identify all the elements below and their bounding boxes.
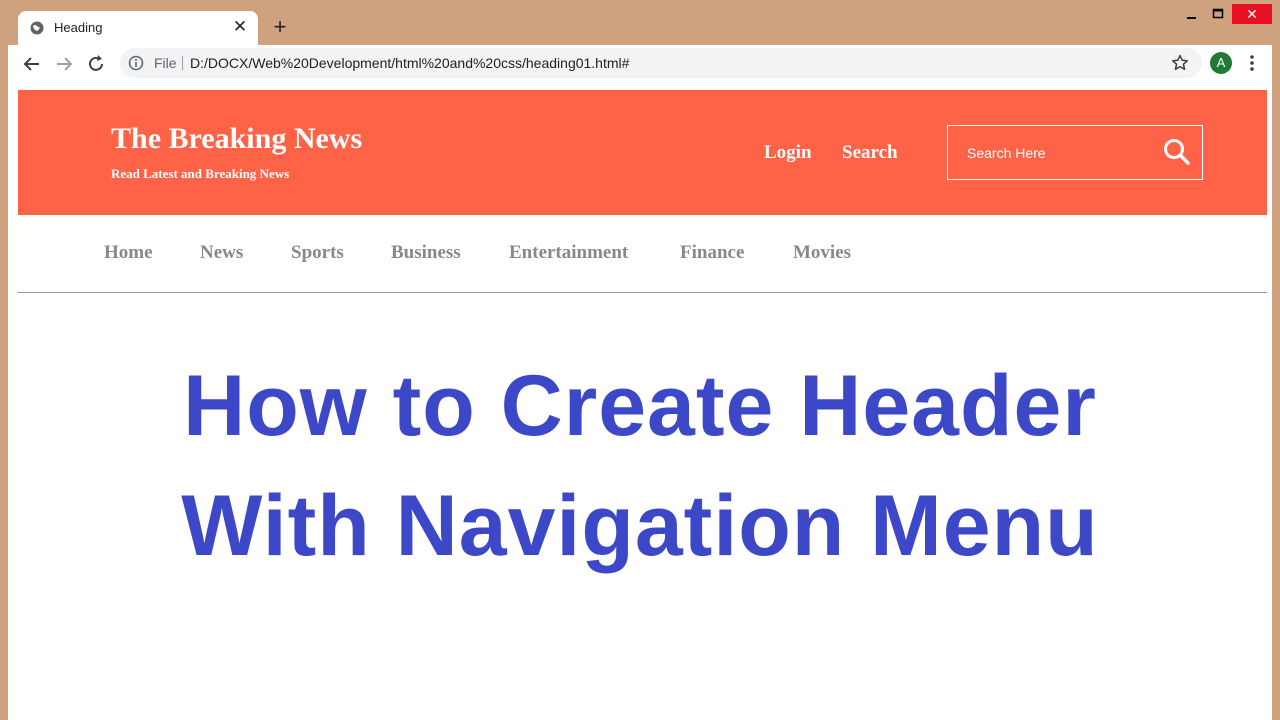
overlay-line-2: With Navigation Menu — [181, 478, 1099, 574]
browser-tab[interactable]: Heading ✕ — [18, 11, 258, 45]
reload-icon[interactable] — [84, 52, 108, 76]
bookmark-star-icon[interactable] — [1170, 53, 1190, 73]
url-text[interactable]: D:/DOCX/Web%20Development/html%20and%20c… — [190, 55, 629, 71]
overlay-line-1: How to Create Header — [183, 358, 1097, 454]
browser-titlebar: Heading ✕ + ✕ — [0, 0, 1280, 45]
login-link[interactable]: Login — [764, 142, 812, 164]
more-menu-icon[interactable] — [1244, 52, 1260, 74]
minimize-icon[interactable] — [1180, 4, 1202, 24]
nav-item-home[interactable]: Home — [104, 242, 153, 264]
globe-icon — [30, 21, 44, 35]
nav-item-finance[interactable]: Finance — [680, 242, 744, 264]
forward-arrow-icon[interactable] — [52, 52, 76, 76]
profile-avatar[interactable]: A — [1210, 52, 1232, 74]
nav-item-business[interactable]: Business — [391, 242, 461, 264]
nav-item-sports[interactable]: Sports — [291, 242, 344, 264]
site-title[interactable]: The Breaking News — [111, 122, 362, 156]
tab-title: Heading — [54, 20, 103, 35]
new-tab-button[interactable]: + — [268, 16, 292, 40]
site-header: The Breaking News Read Latest and Breaki… — [18, 90, 1267, 215]
search-input[interactable] — [948, 126, 1148, 179]
nav-item-movies[interactable]: Movies — [793, 242, 851, 264]
close-tab-icon[interactable]: ✕ — [230, 17, 250, 37]
browser-toolbar: File D:/DOCX/Web%20Development/html%20an… — [8, 45, 1272, 82]
search-link[interactable]: Search — [842, 142, 898, 164]
page-viewport: The Breaking News Read Latest and Breaki… — [8, 82, 1272, 720]
maximize-icon[interactable] — [1207, 4, 1229, 24]
nav-item-entertainment[interactable]: Entertainment — [509, 242, 628, 264]
nav-divider — [18, 292, 1267, 293]
search-box — [947, 125, 1203, 180]
omnibox-divider — [182, 56, 183, 70]
search-icon[interactable] — [1162, 137, 1192, 167]
tutorial-title-overlay: How to Create Header With Navigation Men… — [8, 346, 1272, 586]
info-icon[interactable] — [128, 55, 144, 71]
address-bar[interactable]: File D:/DOCX/Web%20Development/html%20an… — [120, 48, 1202, 78]
site-tagline: Read Latest and Breaking News — [111, 166, 290, 181]
nav-item-news[interactable]: News — [200, 242, 243, 264]
close-window-icon[interactable]: ✕ — [1232, 4, 1272, 24]
file-label: File — [154, 55, 177, 71]
back-arrow-icon[interactable] — [20, 52, 44, 76]
